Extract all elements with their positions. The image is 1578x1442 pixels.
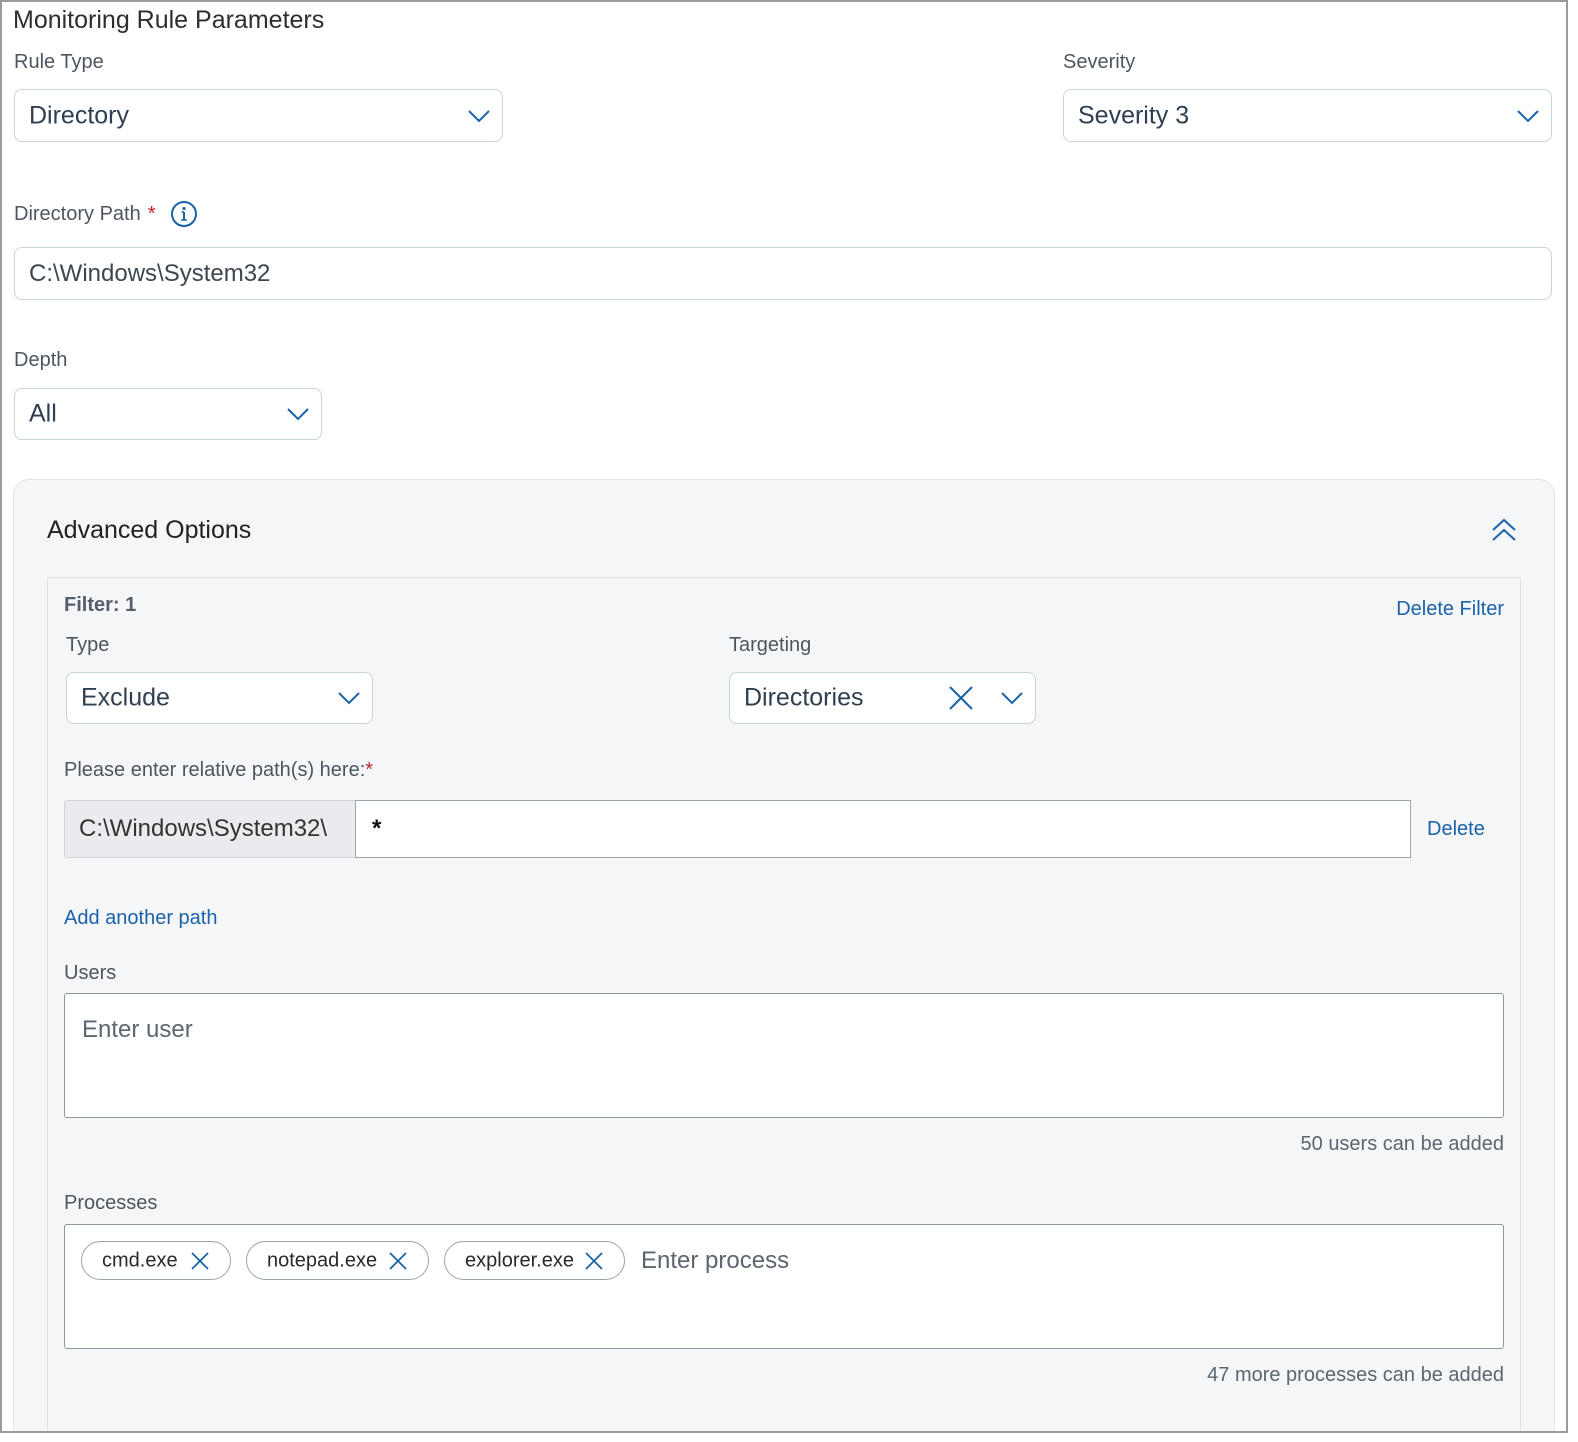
advanced-options-title: Advanced Options bbox=[47, 516, 252, 544]
processes-count-text: more processes can be added bbox=[1234, 1364, 1504, 1386]
add-another-path-link[interactable]: Add another path bbox=[64, 907, 217, 930]
chevron-down-icon bbox=[1001, 692, 1023, 705]
close-icon[interactable] bbox=[584, 1251, 604, 1271]
targeting-label: Targeting bbox=[729, 634, 812, 656]
relative-path-label-row: Please enter relative path(s) here:* bbox=[64, 759, 373, 782]
required-mark: * bbox=[365, 759, 374, 781]
filter-card: Filter: 1 Delete Filter Type Exclude Tar… bbox=[47, 577, 1521, 1431]
users-input[interactable]: Enter user bbox=[64, 993, 1504, 1118]
targeting-select[interactable]: Directories bbox=[729, 672, 1036, 724]
severity-select[interactable]: Severity 3 bbox=[1063, 89, 1552, 142]
chevron-down-icon bbox=[287, 408, 309, 421]
filter-type-select[interactable]: Exclude bbox=[66, 672, 373, 724]
monitoring-rule-panel: Monitoring Rule Parameters Rule Type Dir… bbox=[0, 0, 1568, 1433]
path-prefix: C:\Windows\System32\ bbox=[64, 800, 355, 858]
advanced-options-section: Advanced Options Filter: 1 Delete Filter… bbox=[13, 479, 1555, 1431]
filter-type-value: Exclude bbox=[81, 683, 170, 712]
process-chip: notepad.exe bbox=[246, 1241, 429, 1280]
depth-value: All bbox=[29, 399, 57, 428]
relative-path-value: * bbox=[372, 815, 382, 842]
rule-type-value: Directory bbox=[29, 101, 130, 129]
chevron-down-icon bbox=[338, 692, 360, 705]
chevron-down-icon bbox=[1517, 109, 1539, 122]
depth-label: Depth bbox=[14, 349, 68, 371]
delete-path-link[interactable]: Delete bbox=[1427, 818, 1485, 841]
directory-path-label: Directory Path bbox=[14, 202, 141, 225]
processes-placeholder: Enter process bbox=[641, 1247, 790, 1274]
processes-input[interactable]: cmd.exe notepad.exe explorer.exe Enter p… bbox=[64, 1224, 1504, 1349]
severity-value: Severity 3 bbox=[1078, 101, 1190, 129]
required-mark: * bbox=[147, 202, 156, 225]
processes-count-note: 47 more processes can be added bbox=[1207, 1364, 1504, 1387]
close-icon[interactable] bbox=[388, 1251, 408, 1271]
process-chip: cmd.exe bbox=[81, 1241, 231, 1280]
users-placeholder: Enter user bbox=[82, 1016, 193, 1043]
chevron-double-up-icon[interactable] bbox=[1491, 518, 1517, 542]
processes-label: Processes bbox=[64, 1192, 158, 1214]
processes-count: 47 bbox=[1207, 1364, 1230, 1386]
targeting-value: Directories bbox=[744, 683, 864, 712]
relative-path-input[interactable]: * bbox=[355, 800, 1411, 858]
rule-type-label: Rule Type bbox=[14, 51, 104, 73]
directory-path-label-row: Directory Path * bbox=[14, 200, 198, 228]
severity-label: Severity bbox=[1063, 51, 1136, 73]
chevron-down-icon bbox=[468, 109, 490, 122]
process-chip: explorer.exe bbox=[444, 1241, 625, 1280]
directory-path-input[interactable]: C:\Windows\System32 bbox=[14, 247, 1552, 300]
page-title: Monitoring Rule Parameters bbox=[13, 6, 325, 34]
users-count: 50 bbox=[1300, 1133, 1323, 1155]
relative-path-label: Please enter relative path(s) here: bbox=[64, 759, 366, 781]
type-label: Type bbox=[66, 634, 110, 656]
info-icon[interactable] bbox=[170, 200, 198, 228]
users-count-text: users can be added bbox=[1328, 1133, 1504, 1155]
path-prefix-text: C:\Windows\System32\ bbox=[79, 815, 328, 842]
rule-type-select[interactable]: Directory bbox=[14, 89, 503, 142]
process-chip-label: notepad.exe bbox=[267, 1249, 378, 1271]
delete-filter-link[interactable]: Delete Filter bbox=[1396, 598, 1504, 621]
users-label: Users bbox=[64, 962, 117, 984]
directory-path-value: C:\Windows\System32 bbox=[29, 259, 271, 287]
filter-title: Filter: 1 bbox=[64, 594, 137, 616]
process-chip-label: explorer.exe bbox=[465, 1249, 574, 1271]
process-chip-label: cmd.exe bbox=[102, 1249, 178, 1271]
depth-select[interactable]: All bbox=[14, 388, 322, 440]
close-icon[interactable] bbox=[190, 1251, 210, 1271]
users-count-note: 50 users can be added bbox=[1301, 1133, 1505, 1156]
close-icon[interactable] bbox=[948, 685, 974, 711]
